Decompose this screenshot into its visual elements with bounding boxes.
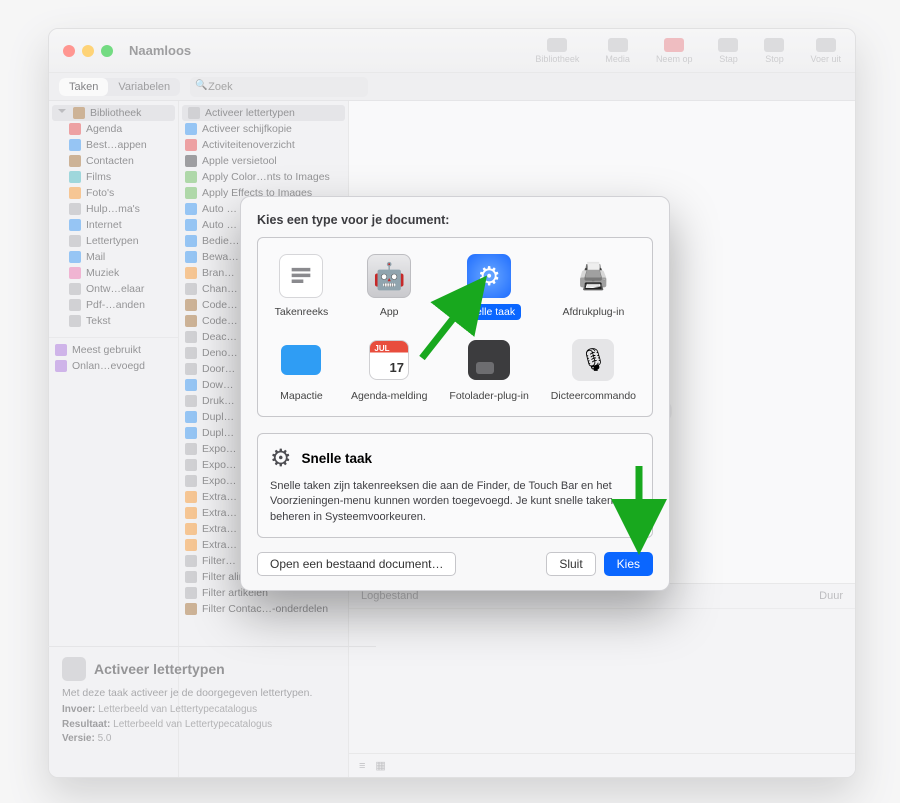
close-button[interactable]: Sluit <box>546 552 595 576</box>
library-item[interactable]: Agenda <box>49 121 178 137</box>
window-title: Naamloos <box>129 43 191 58</box>
library-item[interactable]: Films <box>49 169 178 185</box>
action-description: Activeer lettertypen Met deze taak activ… <box>48 646 376 756</box>
tb-media[interactable]: Media <box>605 38 630 64</box>
action-item[interactable]: Activeer lettertypen <box>182 105 345 121</box>
search-input[interactable] <box>190 77 368 97</box>
library-item[interactable]: Bibliotheek <box>52 105 175 121</box>
template-quick[interactable]: ⚙︎Snelle taak <box>441 248 536 328</box>
action-item[interactable]: Apple versietool <box>179 153 348 169</box>
template-dict[interactable]: Dicteercommando <box>543 332 644 412</box>
action-item[interactable]: Activeer schijfkopie <box>179 121 348 137</box>
status-bar: ≡ ▦ <box>349 753 855 777</box>
tab-vars[interactable]: Variabelen <box>108 78 180 96</box>
grid-icon[interactable]: ▦ <box>375 759 385 772</box>
template-print[interactable]: 🖨️Afdrukplug-in <box>543 248 644 328</box>
template-chooser-sheet: Kies een type voor je document: Takenree… <box>240 196 670 591</box>
template-workflow[interactable]: Takenreeks <box>266 248 337 328</box>
font-icon <box>62 657 86 681</box>
zoom-icon[interactable] <box>101 45 113 57</box>
smart-folder-item[interactable]: Meest gebruikt <box>49 342 178 358</box>
minimize-icon[interactable] <box>82 45 94 57</box>
library-item[interactable]: Tekst <box>49 313 178 329</box>
sheet-title: Kies een type voor je document: <box>257 213 653 227</box>
library-item[interactable]: Internet <box>49 217 178 233</box>
template-cal[interactable]: 17Agenda-melding <box>343 332 435 412</box>
library-item[interactable]: Ontw…elaar <box>49 281 178 297</box>
toolbar-right: Bibliotheek Media Neem op Stap Stop Voer… <box>535 38 841 64</box>
info-desc: Snelle taken zijn takenreeksen die aan d… <box>270 479 640 525</box>
subtoolbar: Taken Variabelen <box>49 73 855 101</box>
tb-stop[interactable]: Stop <box>764 38 784 64</box>
tb-run[interactable]: Voer uit <box>810 38 841 64</box>
action-item[interactable]: Filter Contac…-onderdelen <box>179 601 348 617</box>
log-col-left: Logbestand <box>361 590 419 602</box>
template-grid: Takenreeks🤖App⚙︎Snelle taak🖨️Afdrukplug-… <box>266 248 644 412</box>
library-item[interactable]: Contacten <box>49 153 178 169</box>
window-controls[interactable] <box>63 45 113 57</box>
tab-tasks[interactable]: Taken <box>59 78 108 96</box>
tb-library[interactable]: Bibliotheek <box>535 38 579 64</box>
template-folder[interactable]: Mapactie <box>266 332 337 412</box>
open-existing-button[interactable]: Open een bestaand document… <box>257 552 456 576</box>
tb-record[interactable]: Neem op <box>656 38 693 64</box>
info-title: Snelle taak <box>302 451 373 466</box>
list-icon[interactable]: ≡ <box>359 760 365 772</box>
library-item[interactable]: Hulp…ma's <box>49 201 178 217</box>
library-item[interactable]: Best…appen <box>49 137 178 153</box>
action-item[interactable]: Activiteitenoverzicht <box>179 137 348 153</box>
library-item[interactable]: Muziek <box>49 265 178 281</box>
smart-folder-item[interactable]: Onlan…evoegd <box>49 358 178 374</box>
template-app[interactable]: 🤖App <box>343 248 435 328</box>
library-item[interactable]: Mail <box>49 249 178 265</box>
log-col-right: Duur <box>819 590 843 602</box>
view-segment[interactable]: Taken Variabelen <box>59 78 180 96</box>
log-panel: Logbestand Duur <box>349 583 855 753</box>
template-photo[interactable]: Fotolader-plug-in <box>441 332 536 412</box>
library-item[interactable]: Lettertypen <box>49 233 178 249</box>
choose-button[interactable]: Kies <box>604 552 653 576</box>
library-item[interactable]: Pdf-…anden <box>49 297 178 313</box>
library-item[interactable]: Foto's <box>49 185 178 201</box>
gear-icon: ⚙︎ <box>270 444 292 473</box>
template-info: ⚙︎ Snelle taak Snelle taken zijn takenre… <box>257 433 653 538</box>
close-icon[interactable] <box>63 45 75 57</box>
titlebar: Naamloos Bibliotheek Media Neem op Stap … <box>49 29 855 73</box>
action-item[interactable]: Apply Color…nts to Images <box>179 169 348 185</box>
tb-step[interactable]: Stap <box>718 38 738 64</box>
